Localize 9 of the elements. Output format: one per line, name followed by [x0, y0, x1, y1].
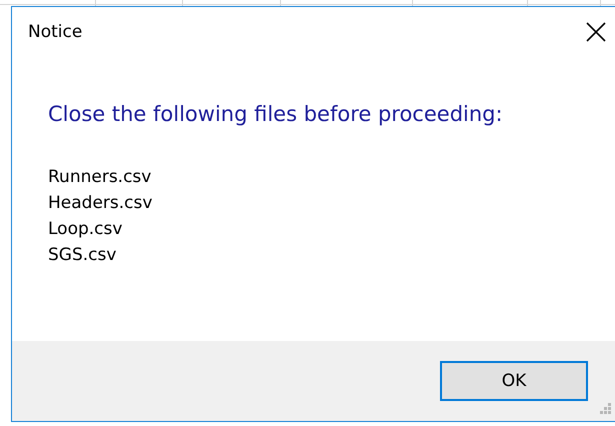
message-heading: Close the following files before proceeding: — [48, 102, 504, 126]
resize-grip-icon[interactable] — [600, 403, 612, 415]
file-name: Loop.csv — [48, 218, 124, 241]
window-title: Notice — [28, 22, 82, 42]
file-name: Runners.csv — [48, 166, 152, 189]
file-name: SGS.csv — [48, 244, 118, 267]
close-icon[interactable] — [586, 22, 606, 42]
ok-button[interactable]: OK — [440, 361, 588, 401]
file-name: Headers.csv — [48, 192, 154, 215]
